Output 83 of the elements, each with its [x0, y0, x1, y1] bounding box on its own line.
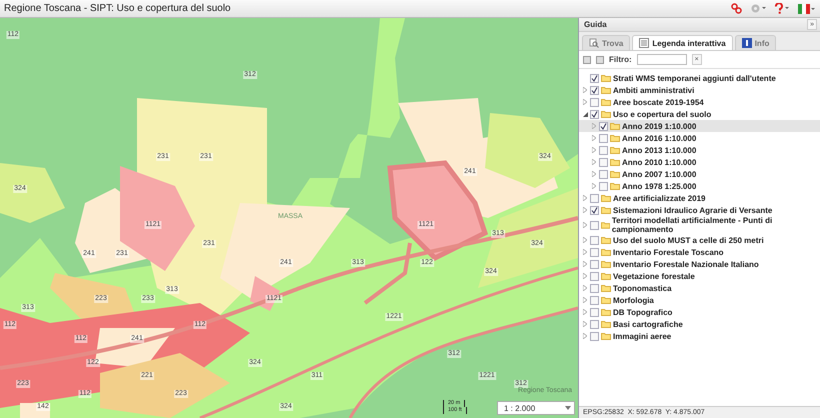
tree-item[interactable]: Morfologia — [579, 294, 820, 306]
magnifier-icon — [589, 38, 599, 48]
expand-all-icon[interactable] — [583, 56, 591, 64]
layer-name: DB Topografico — [613, 308, 672, 316]
checkbox[interactable] — [590, 260, 599, 268]
layer-name: Immagini aeree — [613, 332, 672, 340]
tree-item[interactable]: Aree boscate 2019-1954 — [579, 96, 820, 108]
tab[interactable]: Legenda interattiva — [632, 35, 733, 50]
tree-item[interactable]: DB Topografico — [579, 306, 820, 318]
layer-name: Toponomastica — [613, 284, 672, 292]
tree-item[interactable]: Ambiti amministrativi — [579, 84, 820, 96]
tree-item[interactable]: Uso e copertura del suolo — [579, 108, 820, 120]
checkbox[interactable] — [590, 332, 599, 340]
tree-item[interactable]: Immagini aeree — [579, 330, 820, 342]
expander-icon[interactable] — [582, 112, 588, 116]
tree-item[interactable]: Sistemazioni Idraulico Agrarie di Versante — [579, 204, 820, 216]
checkbox[interactable] — [590, 220, 599, 230]
layer-name: Aree boscate 2019-1954 — [613, 98, 704, 106]
tree-item[interactable]: Vegetazione forestale — [579, 270, 820, 282]
link-icon[interactable] — [731, 3, 742, 14]
layer-name: Inventario Forestale Toscano — [613, 248, 724, 256]
tree-item[interactable]: Anno 2010 1:10.000 — [579, 156, 820, 168]
checkbox[interactable] — [590, 206, 599, 214]
tree-item[interactable]: Aree artificializzate 2019 — [579, 192, 820, 204]
list-icon — [639, 38, 650, 48]
checkbox[interactable] — [599, 158, 608, 166]
checkbox[interactable] — [599, 170, 608, 178]
tree-item[interactable]: Anno 2016 1:10.000 — [579, 132, 820, 144]
layer-name: Uso e copertura del suolo — [613, 110, 712, 118]
tree-item[interactable]: Anno 1978 1:25.000 — [579, 180, 820, 192]
checkbox[interactable] — [590, 74, 599, 82]
checkbox[interactable] — [599, 146, 608, 154]
layer-name: Vegetazione forestale — [613, 272, 695, 280]
panel-title: Guida — [584, 20, 607, 29]
filter-label: Filtro: — [609, 55, 632, 64]
caret-icon — [565, 406, 571, 410]
layer-name: Morfologia — [613, 296, 654, 304]
tree-item[interactable]: Basi cartografiche — [579, 318, 820, 330]
checkbox[interactable] — [590, 194, 599, 202]
checkbox[interactable] — [590, 296, 599, 304]
tree-item[interactable]: Anno 2019 1:10.000 — [579, 120, 820, 132]
checkbox[interactable] — [590, 308, 599, 316]
layer-name: Uso del suolo MUST a celle di 250 metri — [613, 236, 764, 244]
checkbox[interactable] — [590, 284, 599, 292]
layer-name: Strati WMS temporanei aggiunti dall'utente — [613, 74, 776, 82]
checkbox[interactable] — [590, 320, 599, 328]
layer-name: Anno 2013 1:10.000 — [622, 146, 696, 154]
layer-name: Anno 1978 1:25.000 — [622, 182, 696, 190]
settings-icon[interactable] — [750, 3, 766, 14]
layer-name: Inventario Forestale Nazionale Italiano — [613, 260, 759, 268]
layer-name: Basi cartografiche — [613, 320, 683, 328]
layer-name: Sistemazioni Idraulico Agrarie di Versante — [613, 206, 772, 214]
tree-item[interactable]: Anno 2013 1:10.000 — [579, 144, 820, 156]
layer-name: Anno 2016 1:10.000 — [622, 134, 696, 142]
filter-field[interactable] — [636, 54, 687, 65]
checkbox[interactable] — [599, 134, 608, 142]
scale-dropdown[interactable]: 1 : 2.000 — [497, 401, 575, 415]
tree-item[interactable]: Uso del suolo MUST a celle di 250 metri — [579, 234, 820, 246]
checkbox[interactable] — [599, 182, 608, 190]
layer-name: Ambiti amministrativi — [613, 86, 694, 94]
help-icon[interactable] — [774, 3, 790, 14]
checkbox[interactable] — [590, 110, 599, 118]
collapse-all-icon[interactable] — [596, 56, 604, 64]
layer-name: Anno 2007 1:10.000 — [622, 170, 696, 178]
checkbox[interactable] — [590, 272, 599, 280]
italian-flag-icon[interactable] — [798, 4, 816, 14]
checkbox[interactable] — [599, 122, 608, 130]
checkbox[interactable] — [590, 248, 599, 256]
tree-item[interactable]: Anno 2007 1:10.000 — [579, 168, 820, 180]
layer-name: Territori modellati artificialmente - Punti di campionamento — [612, 216, 774, 234]
checkbox[interactable] — [590, 236, 599, 244]
tree-item[interactable]: Inventario Forestale Nazionale Italiano — [579, 258, 820, 270]
checkbox[interactable] — [590, 86, 599, 94]
tree-item[interactable]: Toponomastica — [579, 282, 820, 294]
window-title: Regione Toscana - SIPT: Uso e copertura del suolo — [4, 3, 231, 14]
info-icon — [742, 38, 752, 48]
tree-item[interactable]: Inventario Forestale Toscano — [579, 246, 820, 258]
tree-item[interactable]: Strati WMS temporanei aggiunti dall'utente — [579, 72, 820, 84]
checkbox[interactable] — [590, 98, 599, 106]
layer-name: Aree artificializzate 2019 — [613, 194, 706, 202]
tree-item[interactable]: Territori modellati artificialmente - Punti di campionamento — [579, 216, 820, 234]
layer-name: Anno 2010 1:10.000 — [622, 158, 696, 166]
layer-name: Anno 2019 1:10.000 — [622, 122, 696, 130]
